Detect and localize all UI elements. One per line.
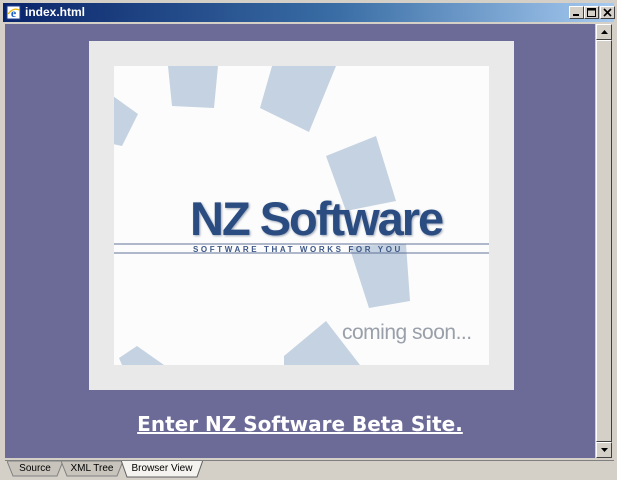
maximize-button[interactable] — [584, 6, 599, 19]
coming-soon-text: coming soon... — [342, 321, 472, 344]
vertical-scrollbar[interactable] — [596, 24, 612, 458]
scrollbar-thumb[interactable] — [596, 40, 612, 442]
scroll-down-button[interactable] — [596, 442, 612, 458]
view-tab-bar: Source XML Tree Browser View — [5, 460, 614, 479]
browser-view-pane: NZ Software SOFTWARE THAT WORKS FOR YOU … — [5, 24, 595, 458]
document-window: e index.html NZ Software SOFTWARE THAT W… — [0, 0, 617, 480]
close-icon — [603, 8, 612, 17]
tab-browser-view[interactable]: Browser View — [121, 461, 203, 478]
enter-beta-site-link[interactable]: Enter NZ Software Beta Site. — [5, 412, 595, 436]
minimize-button[interactable] — [569, 6, 584, 19]
scroll-up-button[interactable] — [596, 24, 612, 40]
tab-label: Source — [19, 463, 51, 474]
nz-software-splash-image: NZ Software SOFTWARE THAT WORKS FOR YOU … — [114, 66, 489, 365]
minimize-icon — [573, 14, 579, 16]
close-button[interactable] — [600, 6, 615, 19]
arrow-down-icon — [601, 448, 608, 452]
tab-source[interactable]: Source — [7, 461, 63, 477]
tab-label: Browser View — [131, 463, 193, 474]
title-bar[interactable]: e index.html — [3, 3, 615, 22]
splash-image-frame: NZ Software SOFTWARE THAT WORKS FOR YOU … — [89, 41, 514, 390]
svg-text:e: e — [11, 6, 17, 20]
maximize-icon — [587, 8, 596, 17]
arrow-up-icon — [601, 30, 608, 34]
internet-explorer-icon: e — [6, 5, 21, 20]
window-title: index.html — [25, 5, 86, 19]
tab-label: XML Tree — [70, 463, 114, 474]
tab-xml-tree[interactable]: XML Tree — [61, 461, 123, 477]
brand-tagline: SOFTWARE THAT WORKS FOR YOU — [193, 245, 403, 254]
brand-logo-text: NZ Software — [190, 192, 444, 245]
